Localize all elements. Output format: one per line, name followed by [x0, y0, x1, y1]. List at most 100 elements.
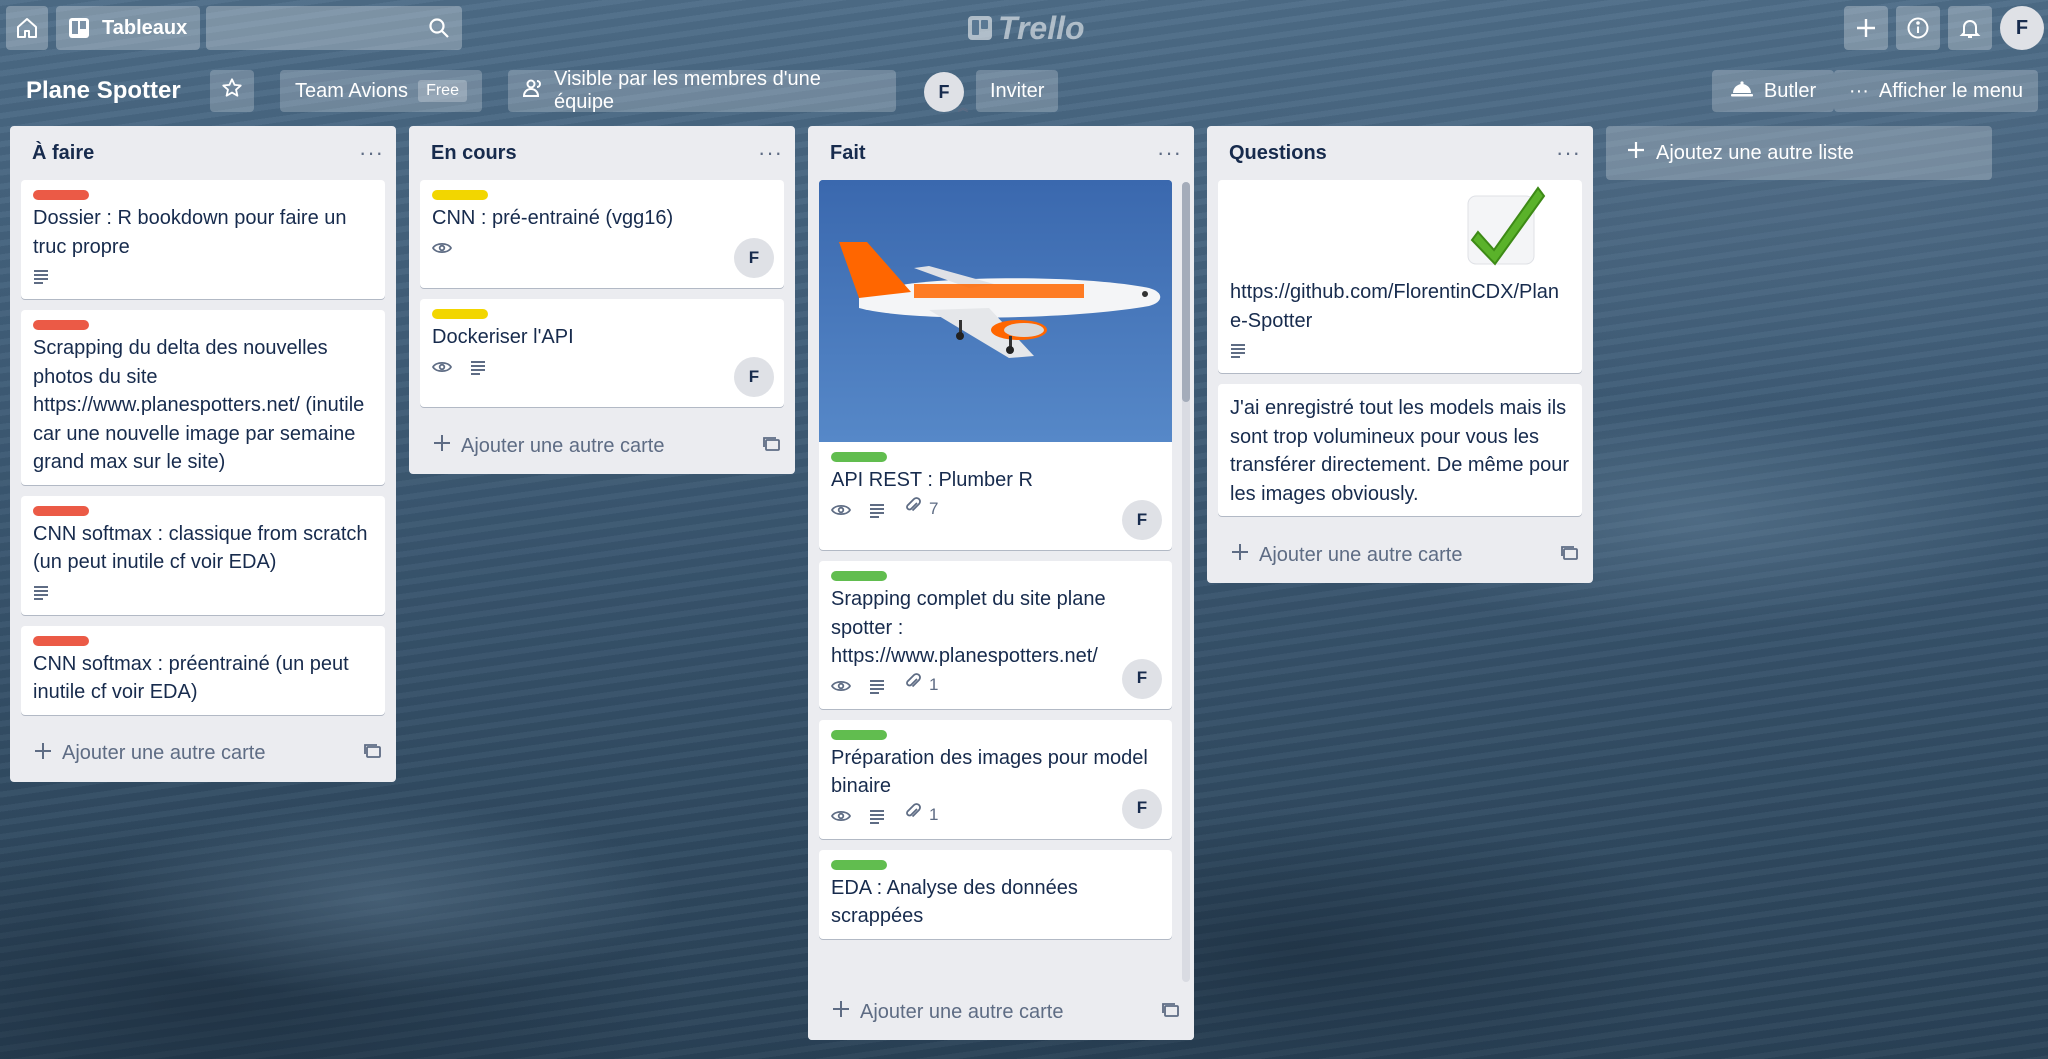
card[interactable]: Scrapping du delta des nouvelles photos … [21, 310, 385, 485]
card-member-avatar[interactable]: F [1122, 500, 1162, 540]
list-a-faire: À faire ··· Dossier : R bookdown pour fa… [10, 126, 396, 782]
list-title[interactable]: Fait [830, 142, 866, 165]
add-card-label: Ajouter une autre carte [1259, 543, 1463, 566]
star-icon [221, 77, 243, 105]
add-card-button[interactable]: Ajouter une autre carte [34, 742, 265, 766]
admin-chevron-icon: ︽ [958, 103, 968, 114]
card-template-icon[interactable] [1561, 544, 1579, 567]
card-label-yellow[interactable] [432, 309, 488, 319]
list-menu-icon[interactable]: ··· [1157, 140, 1182, 166]
card-label-red[interactable] [33, 635, 89, 646]
card-label-red[interactable] [33, 320, 89, 330]
card-member-avatar[interactable]: F [1122, 658, 1162, 699]
card-member-avatar[interactable]: F [1122, 788, 1162, 829]
add-card-button[interactable]: Ajouter une autre carte [1231, 543, 1462, 567]
description-icon [33, 268, 51, 284]
card[interactable]: https://github.com/FlorentinCDX/Plane-Sp… [1218, 180, 1582, 373]
list-menu-icon[interactable]: ··· [1556, 140, 1581, 166]
trello-logo[interactable]: Trello [968, 10, 1085, 46]
card-template-icon[interactable] [763, 435, 781, 458]
card-label-green[interactable] [831, 571, 887, 581]
card[interactable]: API REST : Plumber R 7 F [819, 180, 1172, 550]
card-label-yellow[interactable] [432, 190, 488, 200]
card[interactable]: CNN softmax : préentrainé (un peut inuti… [21, 625, 385, 715]
card[interactable]: Dossier : R bookdown pour faire un truc … [21, 180, 385, 299]
card-template-icon[interactable] [1162, 1001, 1180, 1024]
more-dots-icon: ··· [1848, 79, 1869, 102]
home-icon [15, 16, 39, 40]
card[interactable]: Dockeriser l'API F [420, 299, 784, 407]
watch-eye-icon [831, 503, 851, 517]
card-label-red[interactable] [33, 190, 89, 200]
search-icon [428, 17, 450, 39]
info-button[interactable] [1896, 6, 1940, 50]
team-button[interactable]: Team Avions Free [280, 70, 482, 112]
bell-icon [1959, 17, 1981, 39]
card[interactable]: CNN : pré-entrainé (vgg16) F [420, 180, 784, 288]
info-icon [1906, 16, 1930, 40]
invite-button[interactable]: Inviter [976, 70, 1059, 112]
list-title[interactable]: À faire [32, 142, 94, 165]
description-icon [869, 808, 887, 824]
list-header[interactable]: Fait ··· [808, 126, 1194, 180]
board-member-avatar[interactable]: F ︽ [924, 72, 968, 114]
card[interactable]: J'ai enregistré tout les models mais ils… [1218, 384, 1582, 516]
add-list-button[interactable]: Ajoutez une autre liste [1606, 126, 1992, 180]
list-footer: Ajouter une autre carte [808, 984, 1194, 1040]
paperclip-icon [905, 671, 921, 700]
card-title: CNN softmax : classique from scratch (un… [33, 522, 368, 574]
plus-icon [1231, 543, 1249, 567]
list-scrollbar-thumb[interactable] [1182, 182, 1190, 402]
list-title[interactable]: Questions [1229, 142, 1327, 165]
home-button[interactable] [6, 6, 48, 50]
list-header[interactable]: À faire ··· [10, 126, 396, 180]
attachment-badge: 1 [905, 801, 938, 830]
plus-icon [34, 742, 52, 766]
card-title: Dossier : R bookdown pour faire un truc … [33, 207, 347, 258]
list-menu-icon[interactable]: ··· [758, 140, 783, 166]
card[interactable]: EDA : Analyse des données scrappées [819, 849, 1172, 939]
board-title[interactable]: Plane Spotter [12, 70, 195, 112]
card-label-green[interactable] [831, 859, 887, 870]
notifications-button[interactable] [1948, 6, 1992, 50]
board-header: Plane Spotter Team Avions Free Visible p… [0, 66, 2048, 116]
butler-button[interactable]: Butler [1712, 70, 1834, 112]
search-input[interactable] [206, 6, 462, 50]
card[interactable]: CNN softmax : classique from scratch (un… [21, 495, 385, 615]
add-card-button[interactable]: Ajouter une autre carte [832, 1000, 1063, 1024]
visibility-label: Visible par les membres d'une équipe [554, 68, 821, 113]
user-avatar[interactable]: F [2000, 6, 2044, 50]
visibility-button[interactable]: Visible par les membres d'une équipe [508, 68, 896, 113]
card-label-green[interactable] [831, 729, 887, 740]
list-header[interactable]: En cours ··· [409, 126, 795, 180]
card[interactable]: Srapping complet du site plane spotter :… [819, 561, 1172, 709]
card-title: CNN : pré-entrainé (vgg16) [432, 207, 674, 229]
list-title[interactable]: En cours [431, 142, 517, 165]
card-label-red[interactable] [33, 505, 89, 516]
card-title: Dockeriser l'API [432, 326, 574, 348]
list-header[interactable]: Questions ··· [1207, 126, 1593, 180]
list-menu-icon[interactable]: ··· [359, 140, 384, 166]
card-member-avatar[interactable]: F [734, 238, 774, 278]
star-board-button[interactable] [210, 70, 254, 112]
create-button[interactable] [1844, 6, 1888, 50]
attachment-badge: 7 [905, 495, 938, 524]
plus-icon [1626, 140, 1646, 166]
watch-eye-icon [831, 679, 851, 693]
boards-button[interactable]: Tableaux [56, 6, 200, 50]
plus-icon [832, 1000, 850, 1024]
paperclip-icon [905, 495, 921, 524]
plus-icon [1855, 17, 1877, 39]
butler-bell-icon [1730, 78, 1754, 104]
card[interactable]: Préparation des images pour model binair… [819, 719, 1172, 839]
card-thumbnail [1230, 186, 1570, 278]
add-card-label: Ajouter une autre carte [860, 1000, 1064, 1023]
card-template-icon[interactable] [364, 742, 382, 765]
add-card-button[interactable]: Ajouter une autre carte [433, 434, 664, 458]
card-label-green[interactable] [831, 452, 887, 462]
description-icon [869, 502, 887, 518]
card-member-avatar[interactable]: F [734, 357, 774, 397]
card-title: CNN softmax : préentrainé (un peut inuti… [33, 652, 349, 704]
list-fait: Fait ··· API REST: Plumber R 7 F Srappi… [808, 126, 1194, 1040]
show-menu-button[interactable]: ··· Afficher le menu [1834, 70, 2038, 112]
